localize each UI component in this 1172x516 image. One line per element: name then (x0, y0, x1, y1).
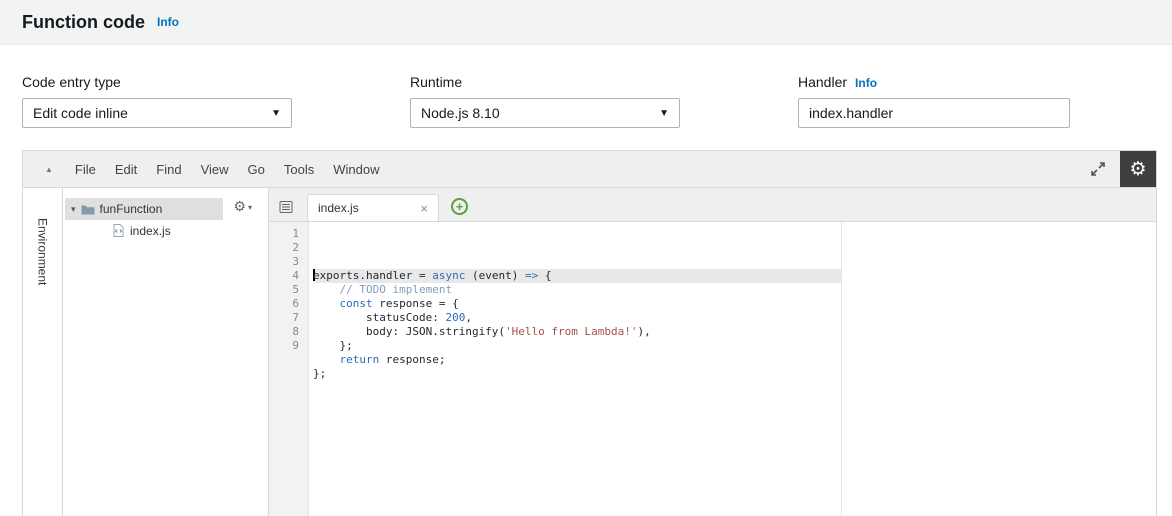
chevron-down-icon: ▼ (271, 107, 281, 119)
gutter-line[interactable]: 9 (269, 339, 299, 353)
code-entry-type-label: Code entry type (22, 74, 121, 90)
folder-name: funFunction (99, 202, 163, 216)
folder-icon (81, 204, 95, 215)
tab-label: index.js (318, 201, 359, 215)
page-title: Function code (22, 11, 145, 32)
runtime-select[interactable]: Node.js 8.10 ▼ (410, 98, 680, 128)
code-line[interactable] (313, 381, 1156, 395)
environment-panel-tab[interactable]: Environment (23, 188, 63, 516)
code-line[interactable]: }; (313, 367, 1156, 381)
js-file-icon (113, 224, 124, 237)
code-line[interactable]: return response; (313, 353, 1156, 367)
gear-icon: ⚙ (233, 199, 246, 215)
gear-icon: ⚙ (1129, 157, 1147, 180)
handler-info-link[interactable]: Info (855, 76, 877, 90)
file-name: index.js (130, 223, 171, 238)
gutter-line[interactable]: 6 (269, 297, 299, 311)
handler-label: Handler (798, 74, 848, 90)
runtime-field: Runtime Node.js 8.10 ▼ (410, 74, 680, 128)
tree-settings-button[interactable]: ⚙ ▾ (233, 200, 252, 214)
tree-item-folder[interactable]: ▾ funFunction (65, 198, 223, 220)
menu-item-go[interactable]: Go (248, 162, 265, 177)
handler-field: Handler Info (798, 74, 1070, 128)
ide-settings-button[interactable]: ⚙ (1120, 151, 1156, 187)
gutter-line[interactable]: 3 (269, 255, 299, 269)
code-entry-type-field: Code entry type Edit code inline ▼ (22, 74, 292, 128)
code-line[interactable]: const response = { (313, 297, 1156, 311)
runtime-label: Runtime (410, 74, 463, 90)
chevron-down-icon: ▾ (247, 202, 252, 212)
file-tree-panel: ▾ funFunction ⚙ ▾ index.js (63, 188, 269, 516)
menu-item-edit[interactable]: Edit (115, 162, 137, 177)
code-editor-ide: ▲ File Edit Find View Go Tools Window ⚙ Enviro… (22, 150, 1157, 516)
menu-item-view[interactable]: View (201, 162, 229, 177)
code-line[interactable]: // TODO implement (313, 283, 1156, 297)
tree-item-file[interactable]: index.js (63, 220, 268, 241)
menu-item-find[interactable]: Find (156, 162, 181, 177)
gutter-line[interactable]: 4 (269, 269, 299, 283)
menubar-items: File Edit Find View Go Tools Window (75, 162, 380, 177)
gutter-line[interactable]: 8 (269, 325, 299, 339)
new-tab-button[interactable]: + (451, 198, 468, 215)
code-area: 123456789 exports.handler = async (event… (269, 222, 1156, 516)
gutter-line[interactable]: 1 (269, 227, 299, 241)
code-content[interactable]: exports.handler = async (event) => { // … (309, 222, 1156, 516)
editor-tabbar: index.js × + (269, 188, 1156, 222)
menu-item-file[interactable]: File (75, 162, 96, 177)
gutter[interactable]: 123456789 (269, 222, 309, 516)
ide-menubar: ▲ File Edit Find View Go Tools Window ⚙ (23, 151, 1156, 188)
collapse-menubar-icon[interactable]: ▲ (45, 165, 53, 174)
chevron-down-icon: ▼ (659, 107, 669, 119)
folder-expand-caret-icon: ▾ (71, 203, 76, 214)
plus-icon: + (455, 199, 464, 214)
menu-item-window[interactable]: Window (333, 162, 379, 177)
tab-index-js[interactable]: index.js × (307, 194, 439, 221)
function-code-info-link[interactable]: Info (157, 15, 179, 29)
gutter-line[interactable]: 5 (269, 283, 299, 297)
fullscreen-icon[interactable] (1090, 161, 1106, 177)
runtime-value: Node.js 8.10 (421, 105, 500, 121)
code-line[interactable]: body: JSON.stringify('Hello from Lambda!… (313, 325, 1156, 339)
section-header: Function code Info (0, 0, 1172, 45)
code-line[interactable]: exports.handler = async (event) => { (313, 269, 1156, 283)
environment-label: Environment (35, 218, 50, 286)
editor-pane: index.js × + 123456789 exports.handler =… (269, 188, 1156, 516)
tab-list-icon[interactable] (279, 200, 293, 214)
code-line[interactable]: statusCode: 200, (313, 311, 1156, 325)
handler-input[interactable] (798, 98, 1070, 128)
code-entry-type-select[interactable]: Edit code inline ▼ (22, 98, 292, 128)
menu-item-tools[interactable]: Tools (284, 162, 314, 177)
code-entry-type-value: Edit code inline (33, 105, 128, 121)
gutter-line[interactable]: 7 (269, 311, 299, 325)
code-settings-form: Code entry type Edit code inline ▼ Runti… (0, 45, 1172, 128)
gutter-line[interactable]: 2 (269, 241, 299, 255)
code-line[interactable]: }; (313, 339, 1156, 353)
close-icon[interactable]: × (420, 201, 428, 216)
